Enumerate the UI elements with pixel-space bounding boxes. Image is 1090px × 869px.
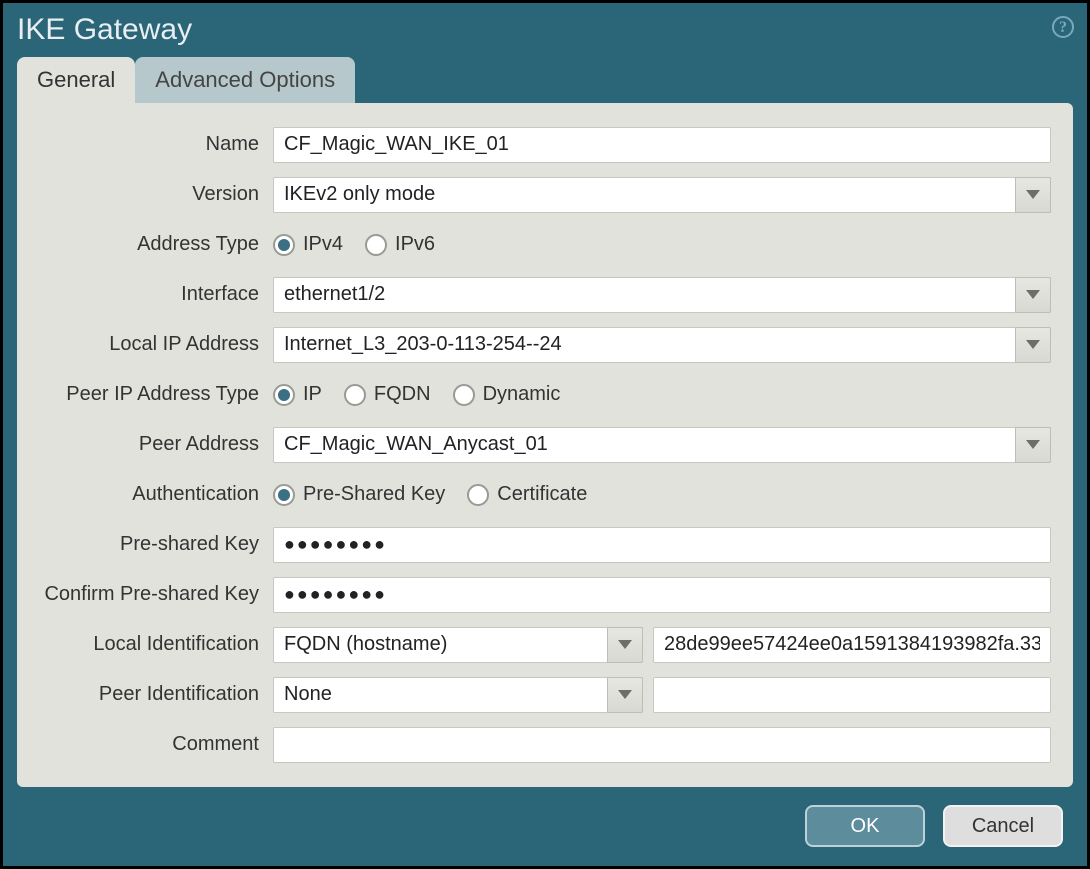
radio-label-ipv4: IPv4 bbox=[303, 233, 343, 256]
label-psk: Pre-shared Key bbox=[39, 533, 273, 556]
name-input[interactable] bbox=[273, 127, 1051, 163]
radio-icon bbox=[365, 234, 387, 256]
ok-button[interactable]: OK bbox=[805, 805, 925, 847]
radio-label-ipv6: IPv6 bbox=[395, 233, 435, 256]
label-name: Name bbox=[39, 133, 273, 156]
radio-label-fqdn: FQDN bbox=[374, 383, 431, 406]
interface-select-value[interactable] bbox=[273, 277, 1051, 313]
radio-icon bbox=[467, 484, 489, 506]
radio-ipv4[interactable]: IPv4 bbox=[273, 233, 343, 256]
radio-auth-cert[interactable]: Certificate bbox=[467, 483, 587, 506]
tab-general[interactable]: General bbox=[17, 57, 135, 103]
cancel-button[interactable]: Cancel bbox=[943, 805, 1063, 847]
tab-advanced-options[interactable]: Advanced Options bbox=[135, 57, 355, 103]
authentication-radio-group: Pre-Shared Key Certificate bbox=[273, 483, 1051, 506]
peer-address-select-value[interactable] bbox=[273, 427, 1051, 463]
label-peer-id: Peer Identification bbox=[39, 683, 273, 706]
radio-peer-dynamic[interactable]: Dynamic bbox=[453, 383, 561, 406]
local-ip-select[interactable] bbox=[273, 327, 1051, 363]
radio-label-cert: Certificate bbox=[497, 483, 587, 506]
label-peer-address: Peer Address bbox=[39, 433, 273, 456]
radio-label-psk: Pre-Shared Key bbox=[303, 483, 445, 506]
chevron-down-icon[interactable] bbox=[607, 677, 643, 713]
label-version: Version bbox=[39, 183, 273, 206]
dialog-title: IKE Gateway bbox=[17, 13, 192, 47]
radio-label-dynamic: Dynamic bbox=[483, 383, 561, 406]
version-select[interactable] bbox=[273, 177, 1051, 213]
label-interface: Interface bbox=[39, 283, 273, 306]
general-panel: Name Version Address Type IP bbox=[17, 103, 1073, 787]
peer-ip-type-radio-group: IP FQDN Dynamic bbox=[273, 383, 1051, 406]
radio-peer-fqdn[interactable]: FQDN bbox=[344, 383, 431, 406]
peer-id-value-input[interactable] bbox=[653, 677, 1051, 713]
radio-icon bbox=[273, 484, 295, 506]
tab-bar: General Advanced Options bbox=[3, 57, 1087, 103]
button-bar: OK Cancel bbox=[3, 787, 1087, 866]
psk-confirm-input[interactable] bbox=[273, 577, 1051, 613]
radio-icon bbox=[273, 234, 295, 256]
radio-peer-ip[interactable]: IP bbox=[273, 383, 322, 406]
comment-input[interactable] bbox=[273, 727, 1051, 763]
label-local-id: Local Identification bbox=[39, 633, 273, 656]
help-icon[interactable]: ? bbox=[1051, 13, 1075, 37]
local-id-value-input[interactable] bbox=[653, 627, 1051, 663]
chevron-down-icon[interactable] bbox=[1015, 427, 1051, 463]
radio-icon bbox=[273, 384, 295, 406]
local-ip-select-value[interactable] bbox=[273, 327, 1051, 363]
peer-id-type-value[interactable] bbox=[273, 677, 643, 713]
ike-gateway-dialog: IKE Gateway ? General Advanced Options N… bbox=[0, 0, 1090, 869]
label-authentication: Authentication bbox=[39, 483, 273, 506]
psk-input[interactable] bbox=[273, 527, 1051, 563]
peer-id-type-select[interactable] bbox=[273, 677, 643, 713]
radio-icon bbox=[344, 384, 366, 406]
chevron-down-icon[interactable] bbox=[607, 627, 643, 663]
chevron-down-icon[interactable] bbox=[1015, 177, 1051, 213]
radio-label-ip: IP bbox=[303, 383, 322, 406]
label-psk-confirm: Confirm Pre-shared Key bbox=[39, 583, 273, 606]
version-select-value[interactable] bbox=[273, 177, 1051, 213]
address-type-radio-group: IPv4 IPv6 bbox=[273, 233, 1051, 256]
label-peer-ip-type: Peer IP Address Type bbox=[39, 383, 273, 406]
label-comment: Comment bbox=[39, 733, 273, 756]
chevron-down-icon[interactable] bbox=[1015, 327, 1051, 363]
radio-icon bbox=[453, 384, 475, 406]
titlebar: IKE Gateway ? bbox=[3, 3, 1087, 57]
radio-auth-psk[interactable]: Pre-Shared Key bbox=[273, 483, 445, 506]
chevron-down-icon[interactable] bbox=[1015, 277, 1051, 313]
svg-text:?: ? bbox=[1059, 19, 1067, 36]
local-id-type-value[interactable] bbox=[273, 627, 643, 663]
interface-select[interactable] bbox=[273, 277, 1051, 313]
radio-ipv6[interactable]: IPv6 bbox=[365, 233, 435, 256]
local-id-type-select[interactable] bbox=[273, 627, 643, 663]
peer-address-select[interactable] bbox=[273, 427, 1051, 463]
label-address-type: Address Type bbox=[39, 233, 273, 256]
label-local-ip: Local IP Address bbox=[39, 333, 273, 356]
